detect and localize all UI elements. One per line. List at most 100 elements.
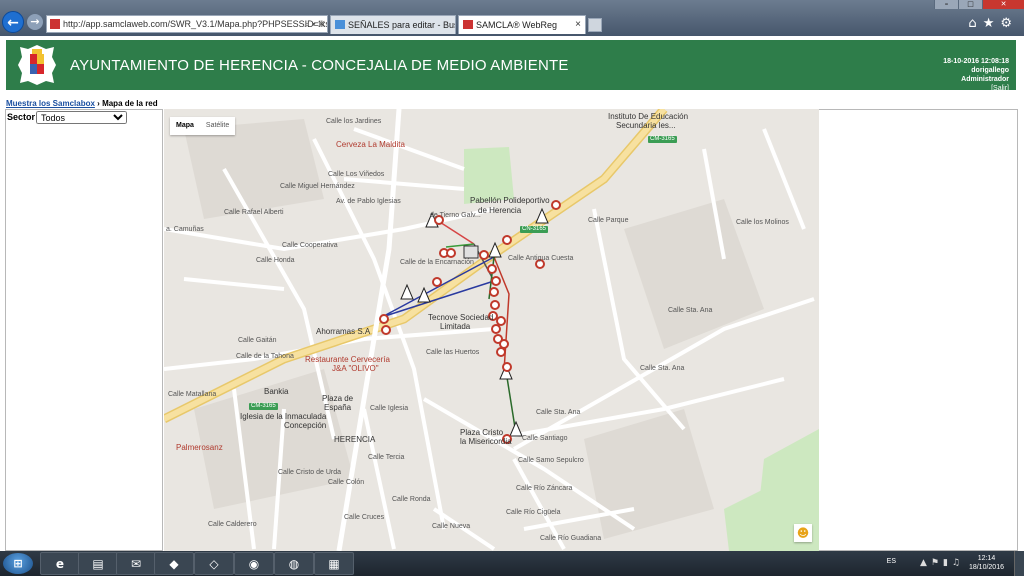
map-label: Calle Parque — [588, 217, 629, 224]
file-explorer-icon[interactable]: ▤ — [78, 552, 118, 575]
map-label: Calle Sta. Ana — [536, 409, 581, 416]
breadcrumb-home-link[interactable]: Muestra los Samclabox — [6, 99, 95, 108]
logout-link[interactable]: [Salir] — [991, 85, 1009, 92]
map-label: Calle Cristo de Urda — [278, 469, 342, 476]
map-label: Calle Sta. Ana — [640, 365, 685, 372]
tab-label: SAMCLA® WebReg — [476, 20, 557, 30]
town-crest-logo — [18, 45, 56, 85]
map-label: Calle de la Encarnación — [400, 259, 474, 266]
breadcrumb-separator: › — [97, 99, 100, 108]
map-label: Calle Ronda — [392, 496, 431, 503]
sector-filter: Sector Todos — [7, 111, 127, 124]
map-label: la Misericordia — [460, 437, 512, 446]
maximize-button[interactable]: □ — [958, 0, 982, 9]
map-label: Iglesia de la Inmaculada — [240, 412, 327, 421]
map-label: Instituto De Educación — [608, 112, 689, 121]
map-label: Calle Iglesia — [370, 405, 409, 412]
map-label: Calle Miguel Hernández — [280, 183, 355, 190]
map-label: de Tierno Galv... — [430, 212, 481, 219]
media-icon[interactable]: ◆ — [154, 552, 194, 575]
firefox-icon[interactable]: ◍ — [274, 552, 314, 575]
tab-senales[interactable]: SEÑALES para editar - Buscar c... — [330, 15, 456, 34]
road-shield: CN-3165 — [520, 226, 549, 233]
start-button[interactable]: ⊞ — [3, 553, 33, 574]
map-label: Calle Honda — [256, 257, 295, 264]
page-title: AYUNTAMIENTO DE HERENCIA - CONCEJALIA DE… — [70, 57, 569, 74]
street-view-pegman-icon[interactable]: ☻ — [794, 524, 812, 542]
map-label: Ahorramas S.A — [316, 327, 371, 336]
road-shield: CM-3165 — [249, 403, 278, 410]
map-label: Calle los Jardines — [326, 118, 382, 125]
site-header: AYUNTAMIENTO DE HERENCIA - CONCEJALIA DE… — [6, 40, 1016, 92]
map-label: Secundaria les... — [616, 121, 676, 130]
map-label: Calle Santiago — [522, 435, 568, 442]
road-shield: CM-3165 — [648, 136, 677, 143]
sidebar-panel — [5, 109, 163, 551]
map-label: Calle Rafael Alberti — [224, 209, 284, 216]
site-favicon-icon — [50, 19, 60, 29]
browser-toolbar-icons: ⌂★⚙ — [968, 16, 1018, 32]
map-label: Calle Samo Sepulcro — [518, 457, 584, 464]
map-label: Palmerosanz — [176, 443, 223, 452]
map-label: Calle los Molinos — [736, 219, 789, 226]
samcla-tab-icon — [463, 20, 473, 29]
map-label: Av. de Pablo Iglesias — [336, 198, 401, 205]
map-label: Calle Calderero — [208, 521, 257, 528]
language-indicator[interactable]: ES — [887, 558, 896, 566]
map-label: Calle Tercia — [368, 454, 405, 461]
internet-explorer-icon[interactable]: e — [40, 552, 80, 575]
map-label: Plaza Cristo — [460, 428, 504, 437]
breadcrumb-current: Mapa de la red — [102, 99, 158, 108]
minimize-button[interactable]: – — [934, 0, 958, 9]
map-label: Calle Sta. Ana — [668, 307, 713, 314]
google-tab-icon — [335, 20, 345, 29]
tab-samcla[interactable]: SAMCLA® WebReg × — [458, 15, 586, 34]
map-label: Bankia — [264, 387, 289, 396]
network-map[interactable]: Mapa Satélite Pabellón Polideportivo de … — [164, 109, 819, 551]
forward-button[interactable]: → — [27, 14, 43, 30]
username: dorigallego — [971, 67, 1009, 74]
map-label: Limitada — [440, 322, 471, 331]
right-panel — [819, 109, 1018, 551]
app-icon[interactable]: ◇ — [194, 552, 234, 575]
map-label: Pabellón Polideportivo — [470, 196, 550, 205]
user-role: Administrador — [961, 76, 1009, 83]
thunderbird-icon[interactable]: ✉ — [116, 552, 156, 575]
map-label: Calle Río Záncara — [516, 485, 573, 492]
word-icon[interactable]: ▦ — [314, 552, 354, 575]
map-type-mapa-button[interactable]: Mapa — [170, 117, 200, 135]
map-label: Calle Cooperativa — [282, 242, 338, 249]
map-label: Calle Cruces — [344, 514, 385, 521]
clock-date: 18/10/2016 — [968, 564, 1004, 571]
map-label: Concepción — [284, 421, 327, 430]
browser-chrome: ← → http://app.samclaweb.com/SWR_V3.1/Ma… — [0, 0, 1024, 36]
chrome-icon[interactable]: ◉ — [234, 552, 274, 575]
tab-label: SEÑALES para editar - Buscar c... — [348, 20, 455, 30]
sector-select[interactable]: Todos — [36, 111, 127, 124]
map-graphic — [164, 109, 819, 551]
windows-taskbar: ⊞ e ▤ ✉ ◆ ◇ ◉ ◍ ▦ ES ▲⚑▮♫ 12:14 18/10/20… — [0, 551, 1024, 576]
system-clock[interactable]: 12:14 18/10/2016 — [969, 554, 1004, 572]
address-bar[interactable]: http://app.samclaweb.com/SWR_V3.1/Mapa.p… — [46, 15, 328, 33]
new-tab-button[interactable] — [588, 18, 602, 32]
close-window-button[interactable]: ✕ — [982, 0, 1024, 9]
home-icon[interactable]: ⌂ — [968, 16, 982, 31]
map-label: Calle Río Guadiana — [540, 535, 602, 542]
system-tray-icons[interactable]: ▲⚑▮♫ — [920, 558, 964, 568]
settings-gear-icon[interactable]: ⚙ — [1000, 16, 1018, 31]
map-label: Plaza de — [322, 394, 354, 403]
close-tab-icon[interactable]: × — [575, 16, 581, 34]
map-label: Tecnove Sociedad — [428, 313, 494, 322]
address-search-icon[interactable]: ⌕ ▾ ✕ — [304, 16, 325, 32]
map-type-control: Mapa Satélite — [170, 117, 236, 135]
map-label: Calle Río Cigüela — [506, 509, 561, 516]
show-desktop-button[interactable] — [1014, 551, 1024, 576]
map-label: Calle Antigua Cuesta — [508, 255, 574, 262]
map-label: HERENCIA — [334, 435, 376, 444]
window-controls: – □ ✕ — [934, 0, 1024, 9]
map-type-satelite-button[interactable]: Satélite — [200, 117, 235, 135]
map-label: Calle Nueva — [432, 523, 471, 530]
favorites-star-icon[interactable]: ★ — [983, 16, 1001, 31]
map-label: a. Camuñas — [166, 226, 204, 233]
back-button[interactable]: ← — [2, 11, 24, 33]
